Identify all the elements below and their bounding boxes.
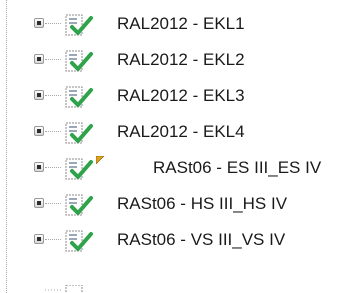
- document-check-icon: [65, 14, 93, 36]
- document-check-icon: [65, 122, 93, 144]
- tree-item[interactable]: RASt06 - VS III_VS IV: [0, 225, 357, 255]
- tree-item[interactable]: RAL2012 - EKL3: [0, 81, 357, 111]
- expand-icon[interactable]: [34, 198, 44, 208]
- tree-item[interactable]: RAL2012 - EKL2: [0, 45, 357, 75]
- expand-icon[interactable]: [34, 162, 44, 172]
- tree-connector: [45, 203, 61, 204]
- tree-item-label[interactable]: RAL2012 - EKL1: [117, 14, 245, 34]
- expand-icon[interactable]: [34, 18, 44, 28]
- expand-icon[interactable]: [34, 54, 44, 64]
- tree-view: RAL2012 - EKL1 RAL2012 - EKL2 RAL2012 - …: [0, 0, 357, 293]
- tree-connector: [45, 59, 61, 60]
- tree-connector: [45, 167, 61, 168]
- document-check-icon: [65, 50, 93, 72]
- tree-item-label[interactable]: RAL2012 - EKL4: [117, 122, 245, 142]
- expand-icon[interactable]: [34, 126, 44, 136]
- document-check-icon: [65, 86, 93, 108]
- tree-item[interactable]: RASt06 - ES III_ES IV: [0, 153, 357, 183]
- tree-item[interactable]: RAL2012 - EKL4: [0, 117, 357, 147]
- modified-marker-icon: [96, 156, 104, 164]
- tree-item-label[interactable]: RASt06 - ES III_ES IV: [153, 158, 321, 178]
- tree-item-label[interactable]: RAL2012 - EKL2: [117, 50, 245, 70]
- tree-connector: [45, 131, 61, 132]
- tree-item-label[interactable]: RAL2012 - EKL3: [117, 86, 245, 106]
- tree-item-label[interactable]: RASt06 - VS III_VS IV: [117, 230, 285, 250]
- expand-icon[interactable]: [34, 90, 44, 100]
- document-check-icon: [65, 194, 93, 216]
- tree-connector: [45, 95, 61, 96]
- partial-tree-item: [45, 285, 83, 293]
- document-check-icon: [65, 230, 93, 252]
- expand-icon[interactable]: [34, 234, 44, 244]
- tree-item[interactable]: RASt06 - HS III_HS IV: [0, 189, 357, 219]
- tree-item[interactable]: RAL2012 - EKL1: [0, 9, 357, 39]
- tree-connector: [45, 239, 61, 240]
- tree-item-label[interactable]: RASt06 - HS III_HS IV: [117, 194, 287, 214]
- tree-connector: [45, 23, 61, 24]
- document-check-icon: [65, 158, 93, 180]
